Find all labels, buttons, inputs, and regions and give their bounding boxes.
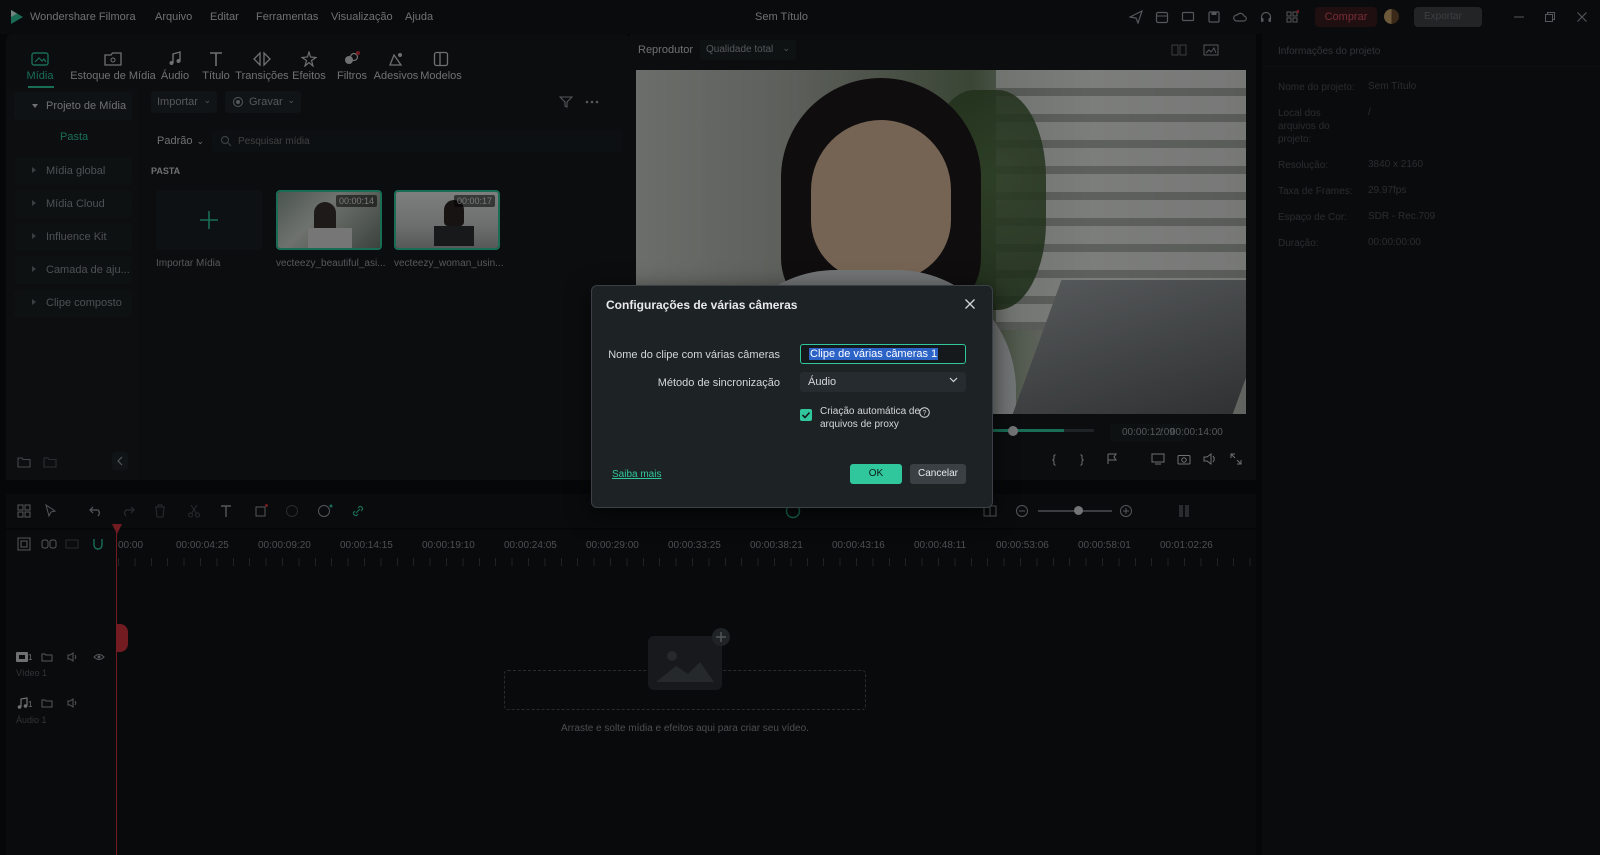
dialog-title: Configurações de várias câmeras xyxy=(606,298,798,312)
proxy-label-line1: Criação automática de xyxy=(820,406,921,417)
close-dialog-icon[interactable] xyxy=(962,296,978,312)
svg-text:?: ? xyxy=(922,410,926,417)
clip-name-input[interactable]: Clipe de várias câmeras 1 xyxy=(800,344,966,364)
clip-name-value: Clipe de várias câmeras 1 xyxy=(809,348,939,360)
cancel-button[interactable]: Cancelar xyxy=(910,464,966,484)
help-icon[interactable]: ? xyxy=(918,406,930,418)
chevron-down-icon xyxy=(949,377,958,383)
clip-name-label: Nome do clipe com várias câmeras xyxy=(608,349,780,361)
proxy-label-line2: arquivos de proxy xyxy=(820,419,899,430)
learn-more-link[interactable]: Saiba mais xyxy=(612,469,661,480)
proxy-label: Criação automática de arquivos de proxy xyxy=(820,405,920,431)
sync-method-label: Método de sincronização xyxy=(657,377,780,389)
sync-method-value: Áudio xyxy=(808,376,837,388)
ok-button[interactable]: OK xyxy=(850,464,902,484)
multicam-settings-dialog: Configurações de várias câmeras Nome do … xyxy=(591,285,993,508)
sync-method-select[interactable]: Áudio xyxy=(800,372,966,392)
proxy-checkbox[interactable] xyxy=(800,409,812,421)
